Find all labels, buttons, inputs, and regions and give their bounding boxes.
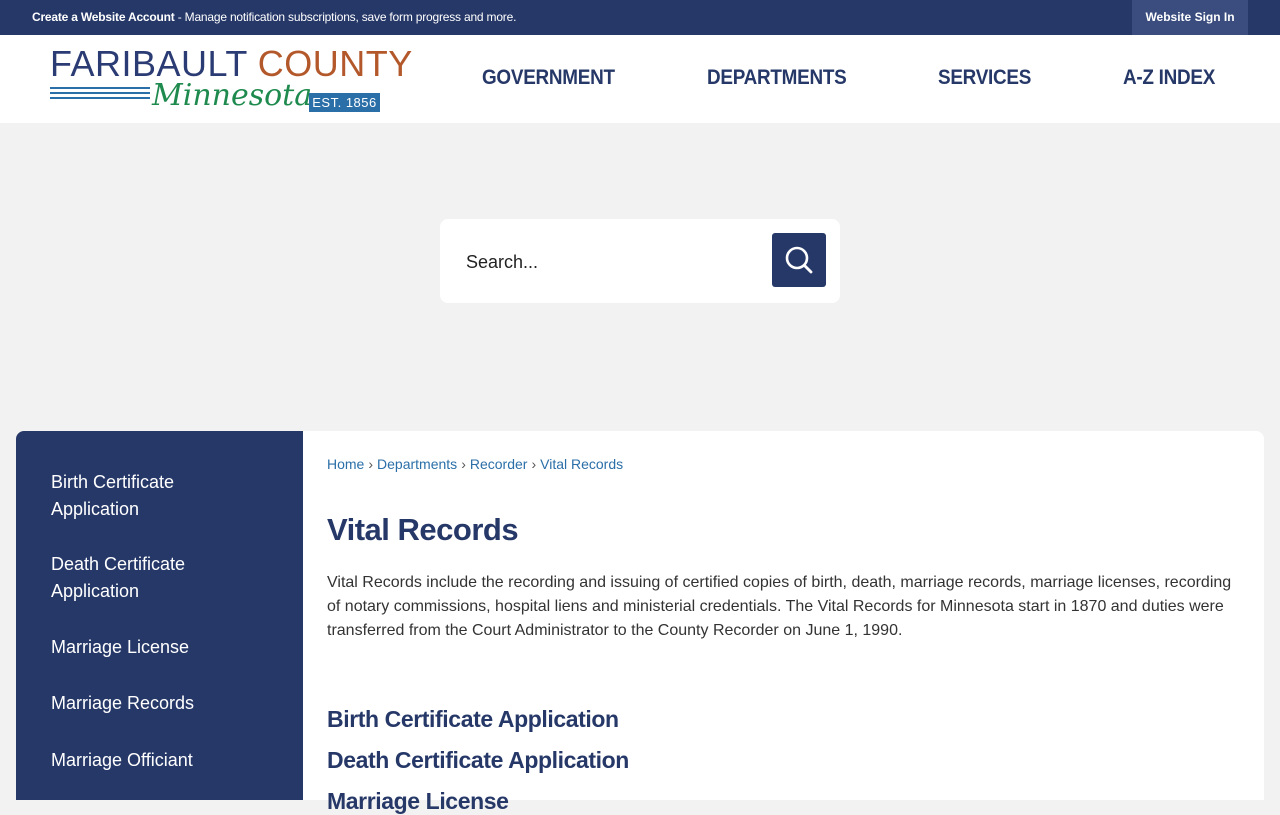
main-content: Home › Departments › Recorder › Vital Records … bbox=[303, 431, 1264, 814]
link-marriage-license[interactable]: Marriage License bbox=[327, 788, 509, 815]
link-birth-certificate-application[interactable]: Birth Certificate Application bbox=[327, 706, 619, 733]
logo-est-badge: EST. 1856 bbox=[309, 93, 380, 112]
sidebar-nav: Birth Certificate Application Death Cert… bbox=[16, 431, 303, 800]
breadcrumb-separator: › bbox=[531, 456, 537, 472]
sidebar-item-marriage-license[interactable]: Marriage License bbox=[51, 634, 261, 661]
breadcrumb-separator: › bbox=[461, 456, 466, 472]
search-icon bbox=[785, 246, 813, 274]
create-account-notice[interactable]: Create a Website Account - Manage notifi… bbox=[32, 0, 516, 35]
search-button[interactable] bbox=[772, 233, 826, 287]
top-utility-bar: Create a Website Account - Manage notifi… bbox=[0, 0, 1280, 35]
link-death-certificate-application[interactable]: Death Certificate Application bbox=[327, 747, 629, 774]
sidebar-item-death-certificate[interactable]: Death Certificate Application bbox=[51, 551, 261, 605]
sidebar-item-birth-certificate[interactable]: Birth Certificate Application bbox=[51, 469, 261, 523]
breadcrumb-home[interactable]: Home bbox=[327, 456, 364, 472]
sidebar-item-marriage-officiant[interactable]: Marriage Officiant bbox=[51, 747, 261, 774]
breadcrumb: Home › Departments › Recorder › Vital Records bbox=[327, 456, 623, 472]
site-logo[interactable]: FARIBAULT COUNTY Minnesota EST. 1856 bbox=[50, 45, 412, 115]
create-account-link[interactable]: Create a Website Account bbox=[32, 10, 175, 24]
page-title: Vital Records bbox=[327, 512, 519, 547]
breadcrumb-separator: › bbox=[368, 456, 374, 472]
nav-a-z-index[interactable]: A-Z INDEX bbox=[1123, 66, 1215, 90]
site-header: FARIBAULT COUNTY Minnesota EST. 1856 GOV… bbox=[0, 35, 1280, 123]
nav-departments[interactable]: DEPARTMENTS bbox=[707, 66, 847, 90]
breadcrumb-recorder[interactable]: Recorder bbox=[470, 456, 528, 472]
breadcrumb-vital-records[interactable]: Vital Records bbox=[540, 456, 623, 472]
search-input[interactable] bbox=[464, 244, 768, 280]
sidebar-item-marriage-records[interactable]: Marriage Records bbox=[51, 690, 261, 717]
search-panel bbox=[440, 219, 840, 303]
nav-government[interactable]: GOVERNMENT bbox=[482, 66, 615, 90]
breadcrumb-departments[interactable]: Departments bbox=[377, 456, 457, 472]
logo-stripes bbox=[50, 87, 150, 101]
create-account-description: - Manage notification subscriptions, sav… bbox=[174, 10, 517, 24]
intro-paragraph: Vital Records include the recording and … bbox=[327, 574, 1232, 639]
nav-services[interactable]: SERVICES bbox=[938, 66, 1031, 90]
website-sign-in-button[interactable]: Website Sign In bbox=[1132, 0, 1248, 35]
logo-script-minnesota: Minnesota bbox=[152, 78, 313, 113]
